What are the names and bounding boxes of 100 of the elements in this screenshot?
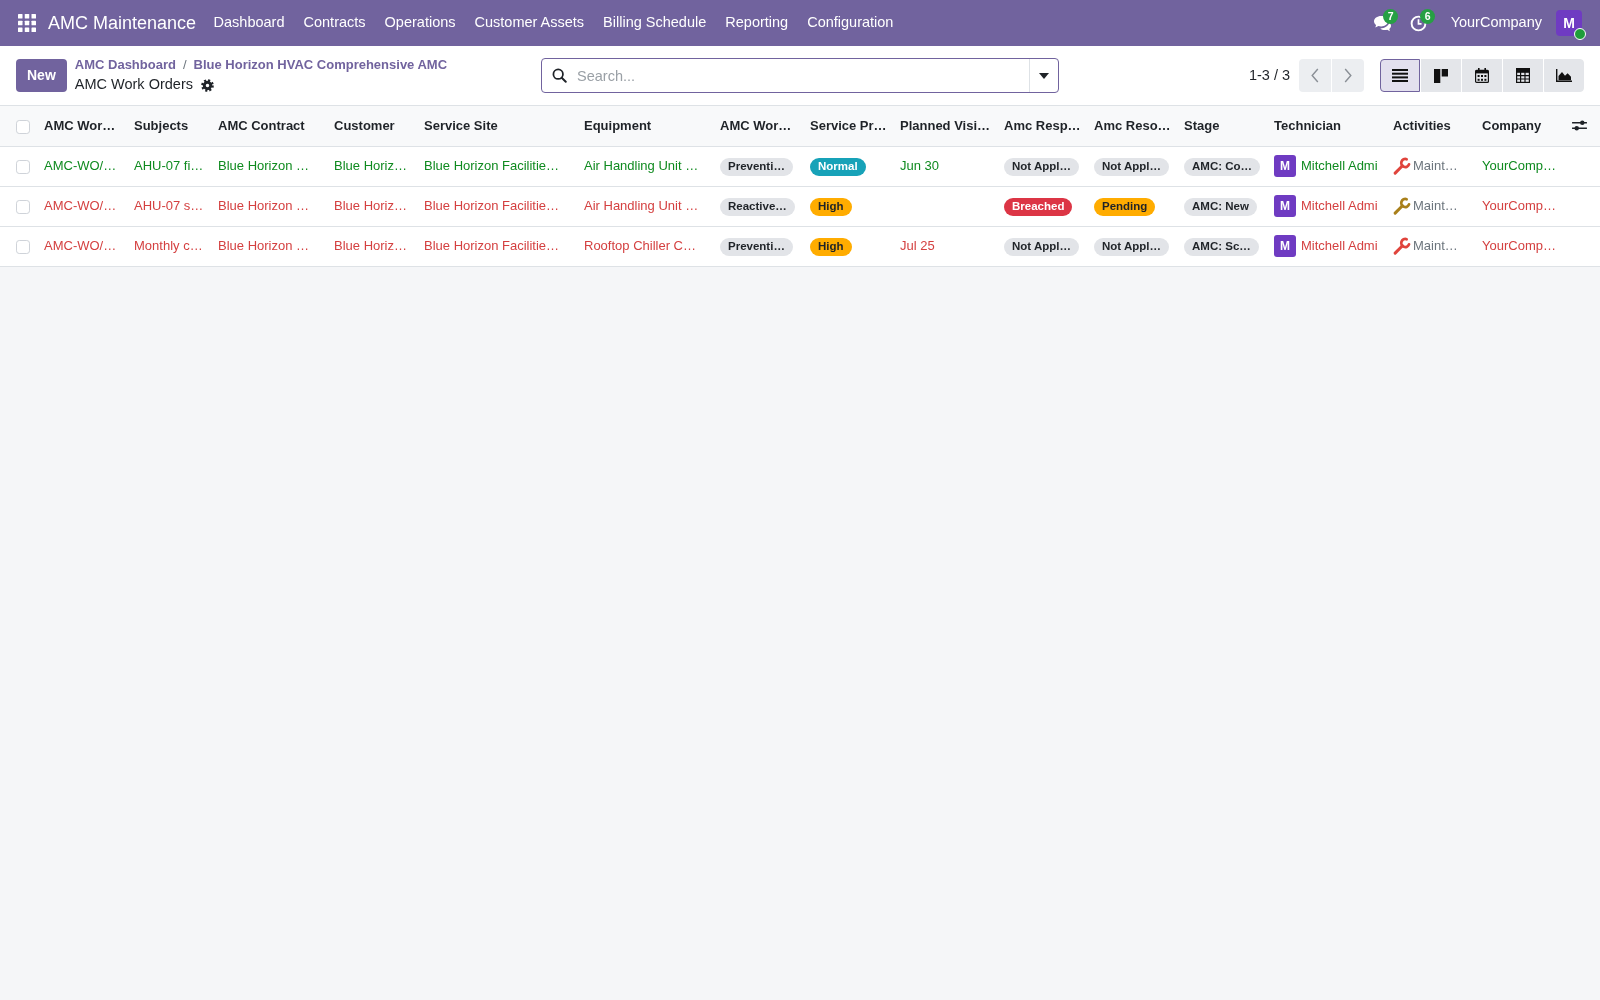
menu-item[interactable]: Customer Assets — [465, 12, 594, 34]
app-name[interactable]: AMC Maintenance — [48, 9, 197, 37]
column-header[interactable]: Service Pr… — [803, 106, 893, 146]
status-tag: Not Appl… — [1004, 158, 1079, 176]
table-cell: AMC-WO/… — [37, 226, 127, 266]
column-header[interactable]: AMC Contract — [211, 106, 327, 146]
gear-icon[interactable] — [200, 78, 214, 92]
calendar-icon — [1475, 68, 1489, 83]
breadcrumb-link[interactable]: AMC Dashboard — [74, 54, 176, 75]
column-header[interactable]: AMC Wor… — [713, 106, 803, 146]
table-cell: AHU-07 fi… — [127, 146, 211, 186]
menu-item[interactable]: Dashboard — [204, 12, 294, 34]
technician-name: Mitchell Admi — [1301, 197, 1378, 216]
table-cell: Blue Horizon … — [211, 146, 327, 186]
user-avatar: M — [1274, 195, 1296, 217]
menu-item[interactable]: Contracts — [294, 12, 376, 34]
list-icon — [1392, 69, 1408, 82]
breadcrumb-separator: / — [182, 55, 187, 74]
status-tag: Preventi… — [720, 158, 793, 176]
status-tag: AMC: Co… — [1184, 158, 1261, 176]
row-checkbox[interactable] — [16, 239, 30, 254]
table-cell: Blue Horiz… — [327, 226, 417, 266]
company-name[interactable]: YourCompany — [1450, 12, 1542, 34]
status-tag: Normal — [810, 158, 866, 176]
user-avatar[interactable]: M — [1556, 10, 1582, 36]
kanban-icon — [1434, 68, 1448, 83]
search-icon — [552, 68, 567, 83]
status-tag: Not Appl… — [1094, 158, 1169, 176]
menu-item[interactable]: Billing Schedule — [593, 12, 716, 34]
activity-summary[interactable]: Maint… — [1413, 196, 1458, 216]
column-header[interactable]: Subjects — [127, 106, 211, 146]
user-avatar: M — [1274, 235, 1296, 257]
column-header[interactable]: Technician — [1267, 106, 1386, 146]
breadcrumb-link[interactable]: Blue Horizon HVAC Comprehensive AMC — [193, 54, 448, 75]
table-cell: Air Handling Unit … — [577, 186, 713, 226]
row-checkbox[interactable] — [16, 199, 30, 214]
table-grid-icon — [1516, 68, 1530, 83]
table-cell: Jul 25 — [893, 226, 997, 266]
technician-name: Mitchell Admi — [1301, 237, 1378, 256]
table-cell: YourComp… — [1475, 226, 1565, 266]
column-header[interactable]: Stage — [1177, 106, 1267, 146]
column-header[interactable]: Equipment — [577, 106, 713, 146]
status-tag: High — [810, 198, 852, 216]
column-header[interactable]: Amc Reso… — [1087, 106, 1177, 146]
new-button[interactable]: New — [16, 59, 67, 92]
menu-item[interactable]: Reporting — [715, 12, 798, 34]
page-title: AMC Work Orders — [74, 75, 193, 95]
row-checkbox[interactable] — [16, 159, 30, 174]
wrench-icon[interactable] — [1393, 237, 1411, 255]
status-tag: AMC: Sc… — [1184, 238, 1259, 256]
table-cell: AMC-WO/… — [37, 146, 127, 186]
chevron-right-icon — [1344, 68, 1352, 83]
column-header[interactable]: AMC Wor… — [37, 106, 127, 146]
view-switch-button[interactable] — [1380, 59, 1420, 92]
activity-summary[interactable]: Maint… — [1413, 236, 1458, 256]
table-cell: YourComp… — [1475, 186, 1565, 226]
table-cell: Blue Horizon Facilitie… — [417, 226, 577, 266]
table-cell: Rooftop Chiller C… — [577, 226, 713, 266]
user-avatar: M — [1274, 155, 1296, 177]
status-tag: AMC: New — [1184, 198, 1257, 216]
caret-down-icon — [1039, 72, 1049, 79]
table-cell: Air Handling Unit … — [577, 146, 713, 186]
search-field[interactable]: Search... — [541, 58, 1059, 93]
table-cell: Blue Horizon Facilitie… — [417, 146, 577, 186]
table-cell: Jun 30 — [893, 146, 997, 186]
apps-grid-icon[interactable] — [18, 14, 36, 32]
column-header[interactable]: Service Site — [417, 106, 577, 146]
chevron-left-icon — [1311, 68, 1319, 83]
pager-value[interactable]: 1-3 / 3 — [1248, 64, 1290, 87]
table-cell: Blue Horizon … — [211, 226, 327, 266]
table-cell: AMC-WO/… — [37, 186, 127, 226]
status-tag: Pending — [1094, 198, 1156, 216]
column-header[interactable]: Amc Resp… — [997, 106, 1087, 146]
menu-item[interactable]: Operations — [375, 12, 465, 34]
table-cell: Monthly c… — [127, 226, 211, 266]
table-cell: Blue Horizon … — [211, 186, 327, 226]
table-cell: AHU-07 s… — [127, 186, 211, 226]
status-tag: Preventi… — [720, 238, 793, 256]
menu-item[interactable]: Configuration — [797, 12, 903, 34]
table-cell: Blue Horiz… — [327, 186, 417, 226]
table-cell: YourComp… — [1475, 146, 1565, 186]
wrench-icon[interactable] — [1393, 197, 1411, 215]
column-header[interactable]: Planned Visi… — [893, 106, 997, 146]
area-chart-icon — [1556, 69, 1572, 82]
table-cell: Blue Horiz… — [327, 146, 417, 186]
sliders-icon[interactable] — [1572, 119, 1587, 133]
status-tag: Not Appl… — [1094, 238, 1169, 256]
status-tag: High — [810, 238, 852, 256]
clock-icon[interactable] — [1409, 14, 1427, 32]
status-tag: Reactive… — [720, 198, 795, 216]
message-count-badge: 7 — [1382, 9, 1399, 24]
activity-summary[interactable]: Maint… — [1413, 156, 1458, 176]
column-header[interactable]: Customer — [327, 106, 417, 146]
select-all-checkbox[interactable] — [16, 119, 30, 134]
technician-name: Mitchell Admi — [1301, 157, 1378, 176]
column-header[interactable]: Activities — [1386, 106, 1475, 146]
status-tag: Breached — [1004, 198, 1073, 216]
search-input[interactable]: Search... — [567, 59, 1029, 92]
wrench-icon[interactable] — [1393, 157, 1411, 175]
column-header[interactable]: Company — [1475, 106, 1565, 146]
